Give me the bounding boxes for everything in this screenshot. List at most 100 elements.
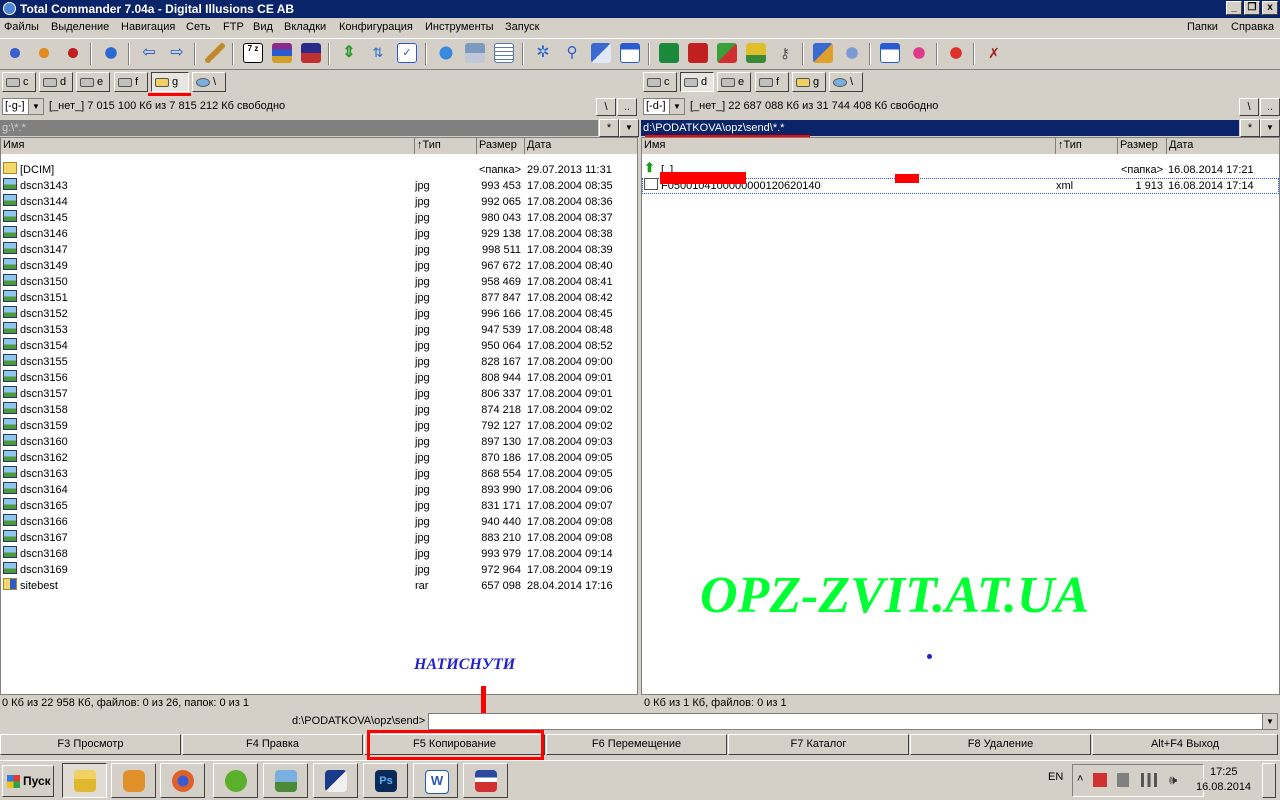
right-drive-network[interactable]: \ [829,72,863,92]
column-size[interactable]: Размер [477,138,525,154]
star-icon[interactable]: ✲ [533,43,553,63]
file-row[interactable]: dscn3143 jpg 993 453 17.08.2004 08:35 [1,178,637,194]
left-drive-f[interactable]: f [114,72,148,92]
forward-icon[interactable]: ⇨ [167,43,187,63]
file-row[interactable]: dscn3162 jpg 870 186 17.08.2004 09:05 [1,450,637,466]
tools-icon[interactable]: ✗ [984,43,1004,63]
sync-icon[interactable]: ⇕ [339,43,359,63]
file-row[interactable]: dscn3150 jpg 958 469 17.08.2004 08:41 [1,274,637,290]
right-drive-c[interactable]: c [643,72,677,92]
media-player-icon[interactable] [111,763,156,798]
back-icon[interactable]: ⇦ [139,43,159,63]
save-icon[interactable] [688,43,708,63]
column-size[interactable]: Размер [1118,138,1167,154]
left-drive-g[interactable]: g [151,72,189,92]
file-row[interactable]: dscn3149 jpg 967 672 17.08.2004 08:40 [1,258,637,274]
menu-selection[interactable]: Выделение [51,21,109,33]
left-path[interactable]: g:\*.* [0,120,598,136]
column-name[interactable]: Имя [1,138,415,154]
search-icon[interactable]: ⚲ [562,43,582,63]
show-desktop-button[interactable] [1262,763,1276,798]
f4-edit-button[interactable]: F4 Правка [182,734,363,755]
left-history-button[interactable]: * [599,119,619,137]
f6-move-button[interactable]: F6 Перемещение [546,734,727,755]
left-dropdown-button[interactable]: ▼ [619,119,639,137]
left-drive-network[interactable]: \ [192,72,226,92]
right-history-button[interactable]: * [1240,119,1260,137]
f8-delete-button[interactable]: F8 Удаление [910,734,1091,755]
window-icon[interactable] [880,43,900,63]
menu-navigation[interactable]: Навигация [121,21,175,33]
left-file-panel[interactable]: Имя ↑Тип Размер Дата [DCIM] <папка> 29.07.… [0,137,638,695]
file-row[interactable]: dscn3169 jpg 972 964 17.08.2004 09:19 [1,562,637,578]
key-icon[interactable]: ⚷ [775,43,795,63]
file-row[interactable]: dscn3164 jpg 893 990 17.08.2004 09:06 [1,482,637,498]
file-row[interactable]: dscn3152 jpg 996 166 17.08.2004 08:45 [1,306,637,322]
left-up-button[interactable]: .. [617,98,637,116]
file-row[interactable]: dscn3157 jpg 806 337 17.08.2004 09:01 [1,386,637,402]
close-button[interactable]: x [1262,1,1278,15]
chevron-down-icon[interactable]: ▼ [1262,714,1277,729]
right-drive-d[interactable]: d [680,72,714,92]
command-input[interactable]: ▼ [428,713,1278,730]
photos-icon[interactable] [717,43,737,63]
menu-config[interactable]: Конфигурация [339,21,413,33]
file-row[interactable]: dscn3144 jpg 992 065 17.08.2004 08:36 [1,194,637,210]
right-drive-combo[interactable]: [-d-] ▼ [643,98,685,115]
file-row[interactable]: dscn3153 jpg 947 539 17.08.2004 08:48 [1,322,637,338]
tray-expand-icon[interactable]: ˄ [1077,773,1083,785]
photo-viewer-icon[interactable] [263,763,308,798]
menu-tools[interactable]: Инструменты [425,21,494,33]
file-row[interactable]: dscn3146 jpg 929 138 17.08.2004 08:38 [1,226,637,242]
volume-icon[interactable]: 🕪 [1169,772,1177,788]
column-type[interactable]: ↑Тип [415,138,477,154]
refresh-icon[interactable] [101,43,121,63]
file-row[interactable]: dscn3166 jpg 940 440 17.08.2004 09:08 [1,514,637,530]
book-icon[interactable] [659,43,679,63]
file-row[interactable]: dscn3147 jpg 998 511 17.08.2004 08:39 [1,242,637,258]
left-drive-c[interactable]: c [2,72,36,92]
photoshop-icon[interactable]: Ps [363,763,408,798]
firefox-icon[interactable] [160,763,205,798]
app-icon[interactable] [3,2,16,15]
right-dropdown-button[interactable]: ▼ [1260,119,1280,137]
settings-icon[interactable] [465,43,485,63]
menu-view[interactable]: Вид [253,21,273,33]
file-row[interactable]: dscn3158 jpg 874 218 17.08.2004 09:02 [1,402,637,418]
ie-icon[interactable] [436,43,456,63]
calendar-icon[interactable] [620,43,640,63]
sort-icon[interactable]: ⇅ [368,43,388,63]
network-signal-icon[interactable] [1141,773,1157,787]
f3-view-button[interactable]: F3 Просмотр [0,734,181,755]
puzzle-icon[interactable] [813,43,833,63]
clock-date[interactable]: 16.08.2014 [1196,781,1251,793]
utorrent-icon[interactable] [213,763,258,798]
exit-button[interactable]: Alt+F4 Выход [1092,734,1278,755]
left-drive-d[interactable]: d [39,72,73,92]
file-row[interactable]: sitebest rar 657 098 28.04.2014 17:16 [1,578,637,594]
menu-folders[interactable]: Папки [1187,21,1218,33]
column-name[interactable]: Имя [642,138,1056,154]
menu-files[interactable]: Файлы [4,21,39,33]
wrench-icon[interactable] [205,43,225,63]
menu-help[interactable]: Справка [1231,21,1274,33]
file-row[interactable]: dscn3165 jpg 831 171 17.08.2004 09:07 [1,498,637,514]
column-date[interactable]: Дата [525,138,637,154]
gear-icon[interactable] [5,43,25,63]
start-button[interactable]: Пуск [2,765,54,797]
archive-icon[interactable] [301,43,321,63]
clock-time[interactable]: 17:25 [1210,766,1238,778]
menu-launch[interactable]: Запуск [505,21,539,33]
file-row[interactable]: dscn3156 jpg 808 944 17.08.2004 09:01 [1,370,637,386]
device-icon[interactable] [1117,773,1129,787]
f7-mkdir-button[interactable]: F7 Каталог [728,734,909,755]
right-drive-f[interactable]: f [755,72,789,92]
flower-icon[interactable] [909,43,929,63]
total-commander-icon[interactable] [313,763,358,798]
menu-ftp[interactable]: FTP [223,21,244,33]
right-drive-g[interactable]: g [792,72,826,92]
left-root-button[interactable]: \ [596,98,616,116]
right-drive-e[interactable]: e [717,72,751,92]
file-row[interactable]: dscn3154 jpg 950 064 17.08.2004 08:52 [1,338,637,354]
7z-icon[interactable]: 7 z [243,43,263,63]
